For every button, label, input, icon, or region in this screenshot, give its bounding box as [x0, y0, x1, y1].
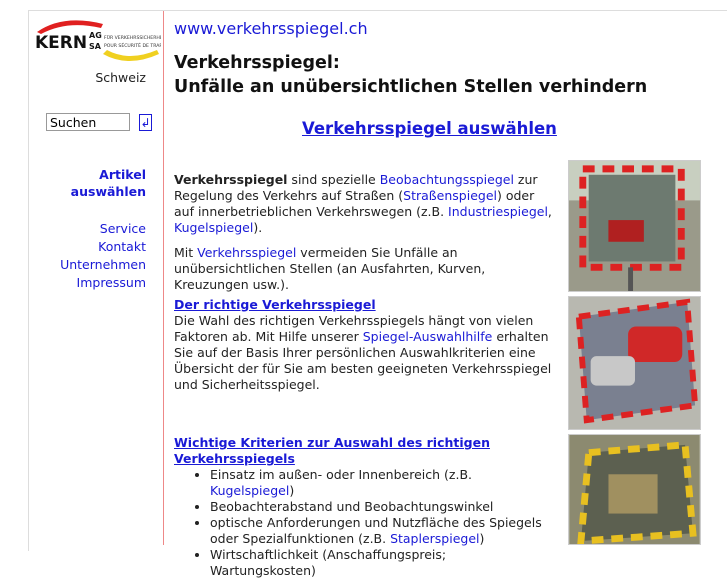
nav-service[interactable]: Service	[100, 220, 146, 238]
link-auswahlhilfe[interactable]: Spiegel-Auswahlhilfe	[363, 329, 493, 344]
bold-term: Verkehrsspiegel	[174, 172, 288, 187]
nav-label: auswählen	[70, 184, 146, 199]
list-item: Wirtschaftlichkeit (Anschaffungspreis; W…	[210, 547, 554, 579]
link-strassenspiegel[interactable]: Straßenspiegel	[403, 188, 497, 203]
section-heading-link[interactable]: Der richtige Verkehrsspiegel	[174, 297, 376, 312]
text: )	[289, 483, 295, 498]
svg-text:FÜR VERKEHRSSICHERHEIT: FÜR VERKEHRSSICHERHEIT	[104, 34, 161, 41]
select-mirror-link[interactable]: Verkehrsspiegel auswählen	[302, 119, 557, 138]
mirror-photo-cars	[568, 296, 701, 430]
mirror-photo-industrial	[568, 434, 701, 545]
text: )	[479, 531, 485, 546]
site-url[interactable]: www.verkehrsspiegel.ch	[174, 19, 368, 38]
svg-text:SA: SA	[89, 42, 102, 51]
text: ).	[253, 220, 263, 235]
country-label: Schweiz	[95, 70, 146, 85]
enter-icon[interactable]: ↲	[139, 114, 152, 131]
link-industriespiegel[interactable]: Industriespiegel	[448, 204, 548, 219]
list-item: Beobachterabstand und Beobachtungswinkel	[210, 499, 554, 515]
divider	[163, 11, 164, 545]
title-line: Verkehrsspiegel:	[174, 53, 340, 73]
section-kriterien: Wichtige Kriterien zur Auswahl des richt…	[174, 435, 554, 579]
page-title: Verkehrsspiegel: Unfälle an unübersichtli…	[174, 51, 647, 99]
svg-text:KERN: KERN	[35, 33, 87, 53]
text: Einsatz im außen- oder Innenbereich (z.B…	[210, 467, 472, 482]
kern-logo[interactable]: KERN AG SA FÜR VERKEHRSSICHERHEIT POUR S…	[33, 16, 161, 64]
paragraph-2: Mit Verkehrsspiegel vermeiden Sie Unfäll…	[174, 245, 554, 293]
criteria-list: Einsatz im außen- oder Innenbereich (z.B…	[174, 467, 554, 579]
nav-unternehmen[interactable]: Unternehmen	[60, 256, 146, 274]
text: sind spezielle	[287, 172, 380, 187]
section-richtiger-spiegel: Der richtige Verkehrsspiegel Die Wahl de…	[174, 297, 554, 393]
svg-text:POUR SÉCURITÉ DE TRAFIC: POUR SÉCURITÉ DE TRAFIC	[104, 41, 161, 49]
title-line: Unfälle an unübersichtlichen Stellen ver…	[174, 77, 648, 97]
nav-kontakt[interactable]: Kontakt	[98, 238, 146, 256]
search-input[interactable]	[46, 113, 130, 131]
link-verkehrsspiegel[interactable]: Verkehrsspiegel	[197, 245, 296, 260]
list-item: Einsatz im außen- oder Innenbereich (z.B…	[210, 467, 554, 499]
nav-label: Artikel	[99, 167, 146, 182]
text: Mit	[174, 245, 198, 260]
intro-paragraph: Verkehrsspiegel sind spezielle Beobachtu…	[174, 172, 554, 236]
text: optische Anforderungen und Nutzfläche de…	[210, 515, 542, 546]
nav-impressum[interactable]: Impressum	[77, 274, 146, 292]
link-staplerspiegel[interactable]: Staplerspiegel	[390, 531, 479, 546]
list-item: optische Anforderungen und Nutzfläche de…	[210, 515, 554, 547]
link-beobachtungsspiegel[interactable]: Beobachtungsspiegel	[380, 172, 514, 187]
svg-text:AG: AG	[89, 31, 102, 40]
text: ,	[547, 204, 552, 219]
section-heading-link[interactable]: Wichtige Kriterien zur Auswahl des richt…	[174, 435, 490, 466]
mirror-photo-street	[568, 160, 701, 292]
link-kugelspiegel[interactable]: Kugelspiegel	[210, 483, 289, 498]
nav-artikel-auswaehlen[interactable]: Artikel auswählen	[71, 166, 146, 200]
sidebar: KERN AG SA FÜR VERKEHRSSICHERHEIT POUR S…	[29, 11, 163, 545]
link-kugelspiegel[interactable]: Kugelspiegel	[174, 220, 253, 235]
